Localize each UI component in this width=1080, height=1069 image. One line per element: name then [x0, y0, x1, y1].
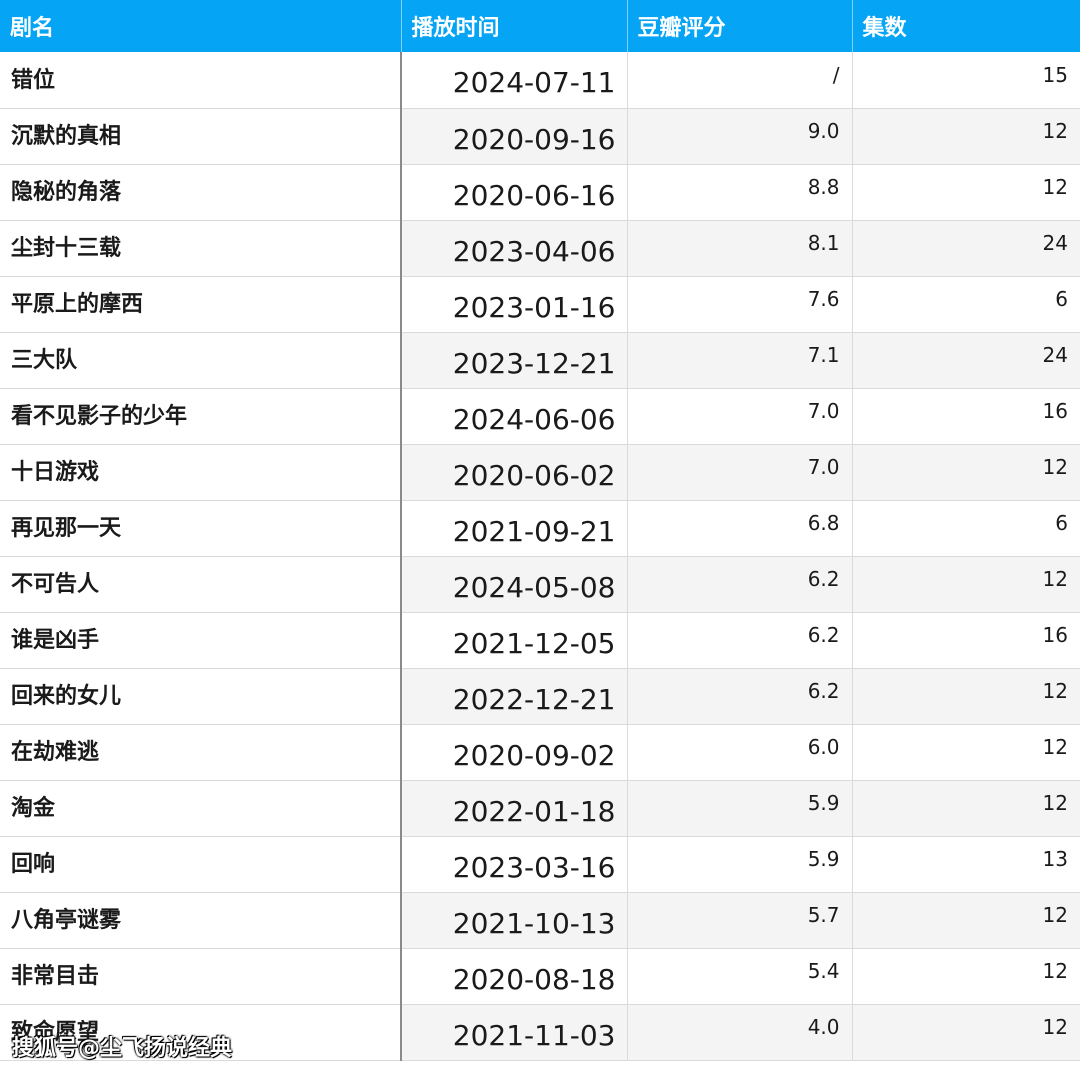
cell-episode-count: 12 [852, 444, 1080, 501]
cell-drama-name: 沉默的真相 [0, 108, 402, 165]
cell-douban-score: 7.6 [627, 276, 853, 333]
cell-douban-score: 6.2 [627, 556, 853, 613]
cell-episode-count: 16 [852, 612, 1080, 669]
cell-episode-count: 16 [852, 388, 1080, 445]
table-row: 三大队 2023-12-21 7.1 24 [0, 332, 1080, 389]
table-body: 错位 2024-07-11/15 沉默的真相 2020-09-16 9.0 12 隐秘的角落… [0, 52, 1080, 1061]
cell-douban-score: 6.2 [627, 612, 853, 669]
cell-air-date: 2022-12-21 [401, 668, 628, 725]
cell-episode-count: 12 [852, 108, 1080, 165]
cell-douban-score: 7.0 [627, 444, 853, 501]
table-row: 平原上的摩西 2023-01-16 7.6 6 [0, 276, 1080, 333]
cell-air-date: 2023-01-16 [401, 276, 628, 333]
cell-episode-count: 24 [852, 220, 1080, 277]
cell-douban-score: 6.0 [627, 724, 853, 781]
table-row: 非常目击 2020-08-18 5.4 12 [0, 948, 1080, 1005]
cell-episode-count: 12 [852, 1004, 1080, 1061]
cell-drama-name: 隐秘的角落 [0, 164, 402, 221]
cell-air-date: 2020-09-16 [401, 108, 628, 165]
table-header-row: 剧名 播放时间 豆瓣评分 集数 [0, 0, 1080, 52]
cell-air-date: 2021-11-03 [401, 1004, 628, 1061]
cell-episode-count: 12 [852, 724, 1080, 781]
cell-douban-score: 8.8 [627, 164, 853, 221]
table-row: 沉默的真相 2020-09-16 9.0 12 [0, 108, 1080, 165]
cell-drama-name: 在劫难逃 [0, 724, 402, 781]
cell-air-date: 2020-09-02 [401, 724, 628, 781]
drama-rating-table: 剧名 播放时间 豆瓣评分 集数 错位 2024-07-11/15 沉默的真相 2020… [0, 0, 1080, 1061]
column-header-date[interactable]: 播放时间 [401, 0, 628, 52]
cell-episode-count: 12 [852, 892, 1080, 949]
cell-air-date: 2023-04-06 [401, 220, 628, 277]
cell-douban-score: 5.7 [627, 892, 853, 949]
table-row: 淘金 2022-01-18 5.9 12 [0, 780, 1080, 837]
drama-table-container: 剧名 播放时间 豆瓣评分 集数 错位 2024-07-11/15 沉默的真相 2020… [0, 0, 1080, 1069]
column-header-episodes[interactable]: 集数 [852, 0, 1080, 52]
cell-drama-name: 回来的女儿 [0, 668, 402, 725]
cell-drama-name: 尘封十三载 [0, 220, 402, 277]
table-row: 隐秘的角落 2020-06-16 8.8 12 [0, 164, 1080, 221]
table-row: 不可告人 2024-05-08 6.2 12 [0, 556, 1080, 613]
cell-episode-count: 6 [852, 500, 1080, 557]
table-row: 尘封十三载 2023-04-06 8.1 24 [0, 220, 1080, 277]
cell-episode-count: 12 [852, 556, 1080, 613]
cell-episode-count: 13 [852, 836, 1080, 893]
cell-episode-count: 6 [852, 276, 1080, 333]
cell-drama-name: 淘金 [0, 780, 402, 837]
cell-episode-count: 12 [852, 668, 1080, 725]
cell-drama-name: 平原上的摩西 [0, 276, 402, 333]
cell-air-date: 2022-01-18 [401, 780, 628, 837]
cell-episode-count: 15 [852, 52, 1080, 109]
cell-douban-score: 9.0 [627, 108, 853, 165]
cell-air-date: 2023-03-16 [401, 836, 628, 893]
cell-douban-score: 4.0 [627, 1004, 853, 1061]
cell-douban-score: 7.0 [627, 388, 853, 445]
cell-drama-name: 八角亭谜雾 [0, 892, 402, 949]
table-row: 错位 2024-07-11/15 [0, 52, 1080, 109]
cell-drama-name: 错位 [0, 52, 402, 109]
cell-air-date: 2020-08-18 [401, 948, 628, 1005]
cell-douban-score: 6.8 [627, 500, 853, 557]
cell-air-date: 2020-06-02 [401, 444, 628, 501]
cell-douban-score: 7.1 [627, 332, 853, 389]
watermark: 搜狐号@尘飞扬说经典 [12, 1036, 233, 1061]
column-header-name[interactable]: 剧名 [0, 0, 402, 52]
cell-drama-name: 不可告人 [0, 556, 402, 613]
cell-episode-count: 12 [852, 948, 1080, 1005]
cell-air-date: 2024-05-08 [401, 556, 628, 613]
table-row: 回来的女儿 2022-12-21 6.2 12 [0, 668, 1080, 725]
table-row: 回响 2023-03-16 5.9 13 [0, 836, 1080, 893]
cell-episode-count: 12 [852, 780, 1080, 837]
table-row: 再见那一天 2021-09-21 6.8 6 [0, 500, 1080, 557]
cell-douban-score: 6.2 [627, 668, 853, 725]
cell-douban-score: 8.1 [627, 220, 853, 277]
cell-drama-name: 谁是凶手 [0, 612, 402, 669]
cell-air-date: 2024-07-11 [401, 52, 628, 109]
cell-drama-name: 非常目击 [0, 948, 402, 1005]
cell-air-date: 2021-10-13 [401, 892, 628, 949]
cell-episode-count: 12 [852, 164, 1080, 221]
column-header-score[interactable]: 豆瓣评分 [627, 0, 853, 52]
cell-douban-score: 5.9 [627, 780, 853, 837]
cell-drama-name: 看不见影子的少年 [0, 388, 402, 445]
cell-drama-name: 三大队 [0, 332, 402, 389]
cell-drama-name: 回响 [0, 836, 402, 893]
cell-drama-name: 十日游戏 [0, 444, 402, 501]
cell-air-date: 2023-12-21 [401, 332, 628, 389]
cell-episode-count: 24 [852, 332, 1080, 389]
cell-air-date: 2021-09-21 [401, 500, 628, 557]
table-row: 八角亭谜雾 2021-10-13 5.7 12 [0, 892, 1080, 949]
cell-drama-name: 再见那一天 [0, 500, 402, 557]
cell-air-date: 2024-06-06 [401, 388, 628, 445]
cell-douban-score: 5.9 [627, 836, 853, 893]
cell-air-date: 2020-06-16 [401, 164, 628, 221]
cell-air-date: 2021-12-05 [401, 612, 628, 669]
cell-douban-score: / [627, 52, 853, 109]
table-row: 十日游戏 2020-06-02 7.0 12 [0, 444, 1080, 501]
cell-douban-score: 5.4 [627, 948, 853, 1005]
table-row: 看不见影子的少年 2024-06-06 7.0 16 [0, 388, 1080, 445]
table-row: 谁是凶手 2021-12-05 6.2 16 [0, 612, 1080, 669]
table-row: 在劫难逃 2020-09-02 6.0 12 [0, 724, 1080, 781]
